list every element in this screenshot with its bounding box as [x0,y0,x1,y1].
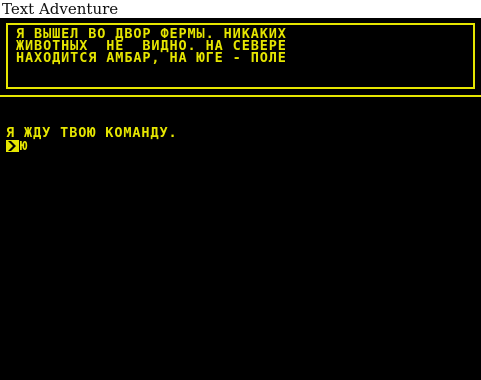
command-prompt-message: Я ЖДУ ТВОЮ КОМАНДУ. [6,125,178,141]
room-description-line-3: НАХОДИТСЯ АМБАР, НА ЮГЕ - ПОЛЕ [16,50,287,66]
prompt-arrow-icon [6,140,19,152]
game-screen[interactable]: Я ВЫШЕЛ ВО ДВОР ФЕРМЫ. НИКАКИХ ЖИВОТНЫХ … [0,18,481,380]
room-description-box: Я ВЫШЕЛ ВО ДВОР ФЕРМЫ. НИКАКИХ ЖИВОТНЫХ … [6,23,475,89]
status-divider [0,95,481,97]
game-window: Text Adventure Я ВЫШЕЛ ВО ДВОР ФЕРМЫ. НИ… [0,0,481,380]
command-input-line[interactable]: Ю [6,140,28,152]
window-title: Text Adventure [0,0,481,18]
command-input[interactable]: Ю [20,140,28,152]
